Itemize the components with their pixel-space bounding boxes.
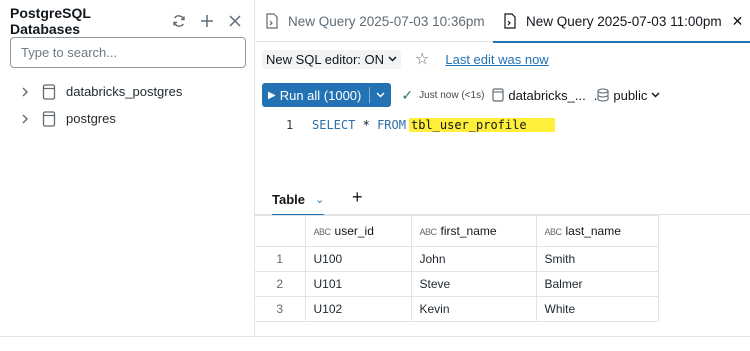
string-type-icon: ABC	[419, 227, 438, 237]
table-cell[interactable]: U100	[304, 246, 412, 272]
editor-toggle-label: New SQL editor: ON	[266, 51, 385, 67]
results-tabbar: Table ⌄ +	[255, 183, 750, 216]
table-cell[interactable]: John	[410, 246, 537, 272]
row-index-header	[255, 215, 306, 247]
line-number: 1	[286, 118, 294, 132]
query-tabbar: New Query 2025-07-03 10:36pm New Query 2…	[255, 0, 750, 43]
sql-file-icon	[265, 13, 279, 29]
table-cell[interactable]: U102	[304, 296, 412, 322]
keyword-select: SELECT	[312, 118, 356, 132]
column-header-user-id[interactable]: ABC user_id	[304, 215, 412, 247]
chevron-down-icon	[651, 92, 660, 98]
new-sql-editor-toggle[interactable]: New SQL editor: ON	[262, 49, 402, 69]
table-header-row: ABC user_id ABC first_name ABC last_name	[255, 215, 659, 247]
tree-item-postgres[interactable]: postgres	[18, 105, 248, 132]
add-visualization-icon[interactable]: +	[352, 187, 363, 208]
sidebar: PostgreSQL Databases databric	[0, 0, 255, 336]
chevron-down-icon[interactable]: ⌄	[315, 193, 324, 206]
table-row: 1 U100 John Smith	[255, 246, 659, 272]
database-tree: databricks_postgres postgres	[18, 78, 248, 132]
tree-item-label: postgres	[66, 111, 116, 126]
close-tab-icon[interactable]: ✕	[732, 13, 744, 30]
editor-toolbar: New SQL editor: ON ☆ Last edit was now	[262, 47, 549, 71]
tab-query-1036[interactable]: New Query 2025-07-03 10:36pm	[255, 0, 485, 42]
sidebar-title: PostgreSQL Databases	[10, 5, 91, 37]
table-name-highlight: tbl_user_profile	[408, 118, 555, 132]
checkmark-icon: ✓	[401, 86, 414, 103]
table-row: 2 U101 Steve Balmer	[255, 271, 659, 297]
close-icon[interactable]	[224, 10, 246, 32]
database-icon	[42, 110, 56, 127]
run-status: Just now (<1s)	[419, 89, 485, 101]
results-table: ABC user_id ABC first_name ABC last_name 1 …	[255, 215, 659, 322]
tree-item-label: databricks_postgres	[66, 84, 183, 99]
tab-query-1100[interactable]: New Query 2025-07-03 11:00pm ✕	[493, 0, 750, 43]
catalog-icon	[492, 88, 505, 102]
table-cell[interactable]: Smith	[535, 246, 659, 272]
chevron-right-icon[interactable]	[18, 114, 32, 124]
schema-selector[interactable]: . public	[594, 88, 661, 103]
table-cell[interactable]: Steve	[410, 271, 537, 297]
play-icon: ▶	[268, 89, 276, 101]
catalog-label: databricks_...	[508, 87, 586, 103]
table-cell[interactable]: Kevin	[410, 296, 537, 322]
tab-table[interactable]: Table ⌄	[272, 183, 325, 216]
chevron-down-icon[interactable]	[376, 92, 385, 98]
sql-editor-app: PostgreSQL Databases databric	[0, 0, 750, 351]
divider	[0, 336, 750, 337]
run-all-label: Run all (1000)	[279, 87, 362, 103]
star-icon[interactable]: ☆	[415, 49, 429, 69]
tab-label: New Query 2025-07-03 11:00pm	[526, 13, 722, 29]
add-icon[interactable]	[196, 10, 218, 32]
column-header-last-name[interactable]: ABC last_name	[535, 215, 659, 247]
sql-file-icon	[503, 13, 517, 29]
search-input[interactable]	[21, 45, 235, 60]
schema-label: public	[613, 87, 648, 103]
chevron-right-icon[interactable]	[18, 87, 32, 97]
last-edit-link[interactable]: Last edit was now	[445, 52, 548, 67]
tab-table-label: Table	[272, 191, 305, 207]
sidebar-header: PostgreSQL Databases	[10, 5, 246, 37]
search-field[interactable]	[10, 37, 246, 68]
run-toolbar: ▶ Run all (1000) ✓ Just now (<1s) databr…	[262, 83, 660, 107]
string-type-icon: ABC	[544, 227, 563, 237]
tab-label: New Query 2025-07-03 10:36pm	[288, 13, 485, 29]
row-index: 3	[255, 296, 306, 322]
table-cell[interactable]: Balmer	[535, 271, 659, 297]
sql-code-line[interactable]: 1 SELECT * FROM tbl_user_profile	[286, 116, 555, 134]
catalog-selector[interactable]: databricks_...	[492, 87, 586, 103]
row-index: 2	[255, 271, 306, 297]
chevron-down-icon	[388, 56, 397, 62]
tree-item-databricks-postgres[interactable]: databricks_postgres	[18, 78, 248, 105]
row-index: 1	[255, 246, 306, 272]
select-star: *	[362, 118, 370, 132]
database-icon	[42, 83, 56, 100]
column-header-first-name[interactable]: ABC first_name	[410, 215, 537, 247]
keyword-from: FROM	[377, 118, 406, 132]
string-type-icon: ABC	[313, 227, 332, 237]
table-cell[interactable]: U101	[304, 271, 412, 297]
refresh-icon[interactable]	[168, 10, 190, 32]
run-all-button[interactable]: ▶ Run all (1000)	[262, 83, 392, 107]
table-row: 3 U102 Kevin White	[255, 296, 659, 322]
table-cell[interactable]: White	[535, 296, 659, 322]
schema-icon	[597, 88, 609, 102]
